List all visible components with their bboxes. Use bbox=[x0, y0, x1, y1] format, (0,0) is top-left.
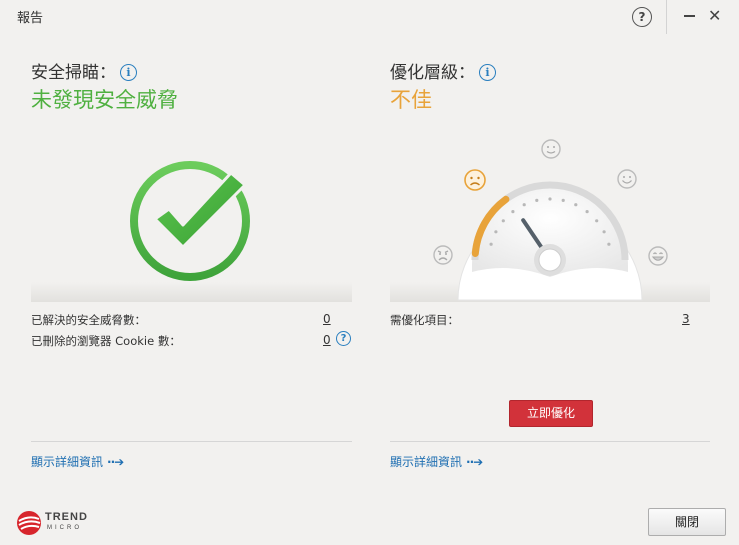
gauge-tick bbox=[602, 230, 606, 234]
security-scan-heading: 安全掃瞄： i bbox=[31, 58, 137, 83]
gauge-tick bbox=[494, 230, 498, 234]
logo-text-micro: MICRO bbox=[47, 525, 82, 531]
optimize-now-button[interactable]: 立即優化 bbox=[509, 400, 593, 427]
logo-text-trend: TREND bbox=[45, 511, 88, 523]
gauge-tick bbox=[548, 197, 552, 201]
trend-micro-logo: TREND MICRO bbox=[16, 508, 96, 538]
optimization-details-link[interactable]: 顯示詳細資訊 ··➔ bbox=[390, 453, 483, 470]
gauge-tick bbox=[607, 242, 611, 246]
deleted-cookies-label: 已刪除的瀏覽器 Cookie 數： bbox=[31, 334, 181, 348]
optimization-label: 優化層級： bbox=[390, 63, 475, 83]
gauge-tick bbox=[501, 219, 505, 223]
minimize-button[interactable] bbox=[684, 15, 695, 17]
gauge-tick bbox=[522, 203, 526, 207]
titlebar-divider bbox=[666, 0, 667, 34]
items-to-optimize-value[interactable]: 3 bbox=[682, 312, 690, 326]
resolved-threats-value[interactable]: 0 bbox=[323, 312, 331, 326]
security-divider bbox=[31, 441, 352, 442]
arrow-right-icon: ··➔ bbox=[466, 455, 483, 469]
close-button[interactable]: 關閉 bbox=[648, 508, 726, 536]
optimization-divider bbox=[390, 441, 710, 442]
optimization-info-icon[interactable]: i bbox=[479, 64, 496, 81]
window-title: 報告 bbox=[17, 11, 44, 26]
happy-face-icon bbox=[648, 246, 668, 266]
title-bar: 報告 ? ✕ bbox=[0, 0, 739, 34]
optimization-heading: 優化層級： i bbox=[390, 58, 496, 83]
cookie-help-icon[interactable]: ? bbox=[336, 331, 351, 346]
gauge-tick bbox=[535, 198, 539, 202]
neutral-face-icon bbox=[541, 139, 561, 159]
smile-face-icon bbox=[617, 169, 637, 189]
security-info-icon[interactable]: i bbox=[120, 64, 137, 81]
help-button[interactable]: ? bbox=[632, 7, 652, 27]
frown-face-icon bbox=[464, 169, 486, 191]
gauge-tick bbox=[511, 210, 515, 214]
gauge-tick bbox=[574, 203, 578, 207]
security-details-link[interactable]: 顯示詳細資訊 ··➔ bbox=[31, 453, 124, 470]
deleted-cookies-value[interactable]: 0 bbox=[323, 333, 331, 347]
arrow-right-icon: ··➔ bbox=[107, 455, 124, 469]
gauge-tick bbox=[595, 219, 599, 223]
window-close-button[interactable]: ✕ bbox=[708, 6, 721, 25]
security-status: 未發現安全威脅 bbox=[31, 88, 178, 112]
items-to-optimize-label: 需優化項目： bbox=[390, 313, 459, 327]
optimization-status: 不佳 bbox=[390, 88, 432, 112]
gauge-tick bbox=[489, 242, 493, 246]
security-details-label: 顯示詳細資訊 bbox=[31, 455, 104, 469]
resolved-threats-label: 已解決的安全威脅數： bbox=[31, 313, 146, 327]
trend-micro-logo-icon bbox=[17, 511, 41, 535]
sad-face-icon bbox=[433, 245, 453, 265]
gauge-tick bbox=[561, 198, 565, 202]
security-scan-label: 安全掃瞄： bbox=[31, 63, 116, 83]
gauge-tick bbox=[585, 210, 589, 214]
checkmark-icon bbox=[130, 161, 250, 281]
optimization-details-label: 顯示詳細資訊 bbox=[390, 455, 463, 469]
